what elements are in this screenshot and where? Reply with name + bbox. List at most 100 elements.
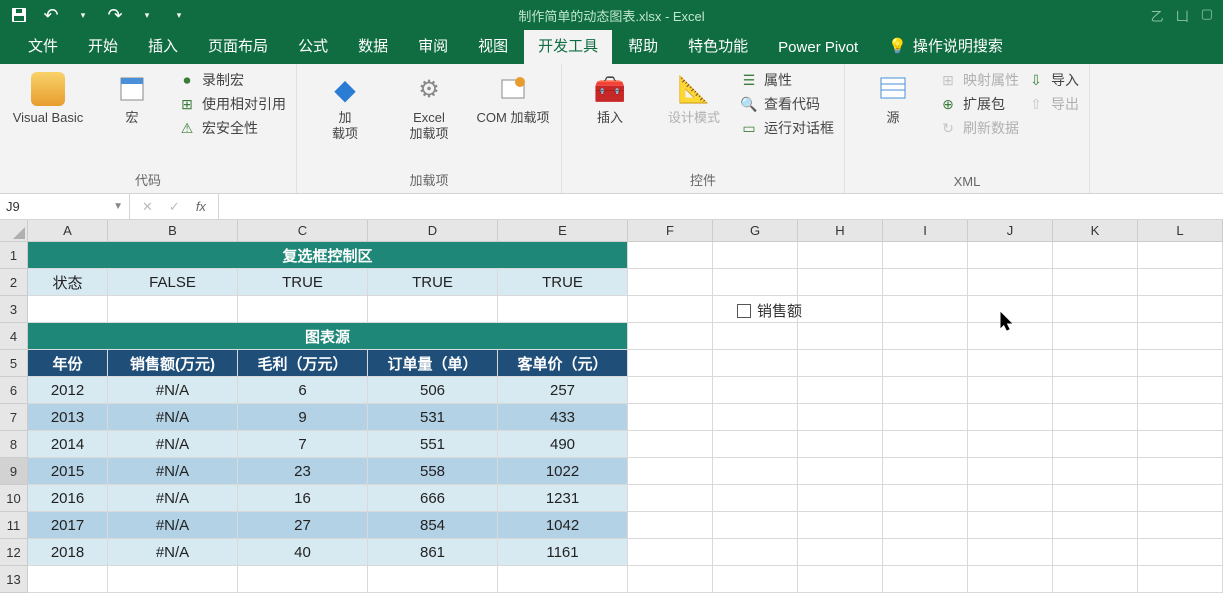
cell[interactable] [713,566,798,593]
cell[interactable]: 551 [368,431,498,458]
cell[interactable]: 2014 [28,431,108,458]
row-header-8[interactable]: 8 [0,431,28,458]
cell[interactable]: 2015 [28,458,108,485]
cell[interactable] [798,296,883,323]
enter-icon[interactable]: ✓ [169,199,180,215]
tab-插入[interactable]: 插入 [134,29,192,64]
cell[interactable]: 2017 [28,512,108,539]
undo-icon[interactable]: ↶ [40,4,62,26]
cell[interactable] [1053,377,1138,404]
row-header-2[interactable]: 2 [0,269,28,296]
cell[interactable]: 9 [238,404,368,431]
cell[interactable] [1138,566,1223,593]
cell[interactable]: 558 [368,458,498,485]
column-header-I[interactable]: I [883,220,968,242]
tab-特色功能[interactable]: 特色功能 [674,29,762,64]
tab-开始[interactable]: 开始 [74,29,132,64]
cell[interactable] [1138,377,1223,404]
ribbon-使用相对引用[interactable]: ⊞使用相对引用 [178,94,286,114]
cell[interactable] [798,485,883,512]
cell[interactable] [968,350,1053,377]
cell[interactable] [108,566,238,593]
column-header-G[interactable]: G [713,220,798,242]
tab-数据[interactable]: 数据 [344,29,402,64]
cell[interactable] [713,431,798,458]
column-header-K[interactable]: K [1053,220,1138,242]
cell[interactable] [713,485,798,512]
cell[interactable]: 861 [368,539,498,566]
cell[interactable]: 7 [238,431,368,458]
cell[interactable] [798,323,883,350]
cell[interactable] [108,296,238,323]
cell[interactable] [1138,269,1223,296]
cell[interactable]: 854 [368,512,498,539]
cell[interactable] [628,404,713,431]
cell[interactable]: 16 [238,485,368,512]
row-header-6[interactable]: 6 [0,377,28,404]
cell[interactable]: 客单价（元） [498,350,628,377]
cell[interactable] [883,458,968,485]
column-header-E[interactable]: E [498,220,628,242]
cell[interactable] [628,539,713,566]
cell[interactable] [883,323,968,350]
cell[interactable] [883,566,968,593]
cell[interactable]: 506 [368,377,498,404]
cell[interactable] [628,566,713,593]
cell[interactable] [798,350,883,377]
cancel-icon[interactable]: ✕ [142,199,153,215]
cell[interactable] [1053,485,1138,512]
cell[interactable] [628,377,713,404]
cell[interactable] [628,323,713,350]
row-header-12[interactable]: 12 [0,539,28,566]
cell[interactable] [968,539,1053,566]
cell[interactable]: 状态 [28,269,108,296]
cell[interactable] [713,512,798,539]
maximize-icon[interactable]: 凵 [1176,6,1189,25]
cell[interactable] [968,431,1053,458]
cell[interactable] [1053,296,1138,323]
cell[interactable] [1053,566,1138,593]
cell[interactable]: 40 [238,539,368,566]
cell[interactable] [1053,458,1138,485]
cell[interactable]: 2012 [28,377,108,404]
cell[interactable] [798,377,883,404]
cell[interactable] [798,269,883,296]
cell[interactable] [968,512,1053,539]
cell[interactable] [883,404,968,431]
tab-文件[interactable]: 文件 [14,29,72,64]
cell[interactable] [1138,512,1223,539]
ribbon-属性[interactable]: ☰属性 [740,70,834,90]
ribbon-导入[interactable]: ⇩导入 [1027,70,1079,90]
cell[interactable] [713,539,798,566]
cell[interactable]: 1161 [498,539,628,566]
cell[interactable] [1138,485,1223,512]
cell[interactable]: 257 [498,377,628,404]
column-header-F[interactable]: F [628,220,713,242]
cell[interactable]: 订单量（单） [368,350,498,377]
cell[interactable] [798,512,883,539]
cell[interactable] [713,242,798,269]
cell[interactable]: 490 [498,431,628,458]
cell[interactable]: 6 [238,377,368,404]
row-header-3[interactable]: 3 [0,296,28,323]
row-header-13[interactable]: 13 [0,566,28,593]
ribbon-加载项[interactable]: ◆加 载项 [307,68,383,141]
minimize-icon[interactable]: 乙 [1151,6,1164,25]
tab-帮助[interactable]: 帮助 [614,29,672,64]
redo-icon[interactable]: ↷ [104,4,126,26]
cell[interactable] [883,485,968,512]
ribbon-宏[interactable]: 宏 [94,68,170,126]
cell[interactable]: #N/A [108,458,238,485]
ribbon-录制宏[interactable]: ⏺录制宏 [178,70,286,90]
checkbox-control-sales[interactable]: 销售额 [737,300,802,321]
cell[interactable] [368,296,498,323]
cell[interactable] [238,566,368,593]
row-header-5[interactable]: 5 [0,350,28,377]
cell[interactable] [28,566,108,593]
ribbon-VisualBasic[interactable]: Visual Basic [10,68,86,126]
cell[interactable] [968,242,1053,269]
column-header-D[interactable]: D [368,220,498,242]
ribbon-COM加载项[interactable]: COM 加载项 [475,68,551,126]
caret-down-icon[interactable]: ▾ [136,4,158,26]
cell[interactable] [238,296,368,323]
